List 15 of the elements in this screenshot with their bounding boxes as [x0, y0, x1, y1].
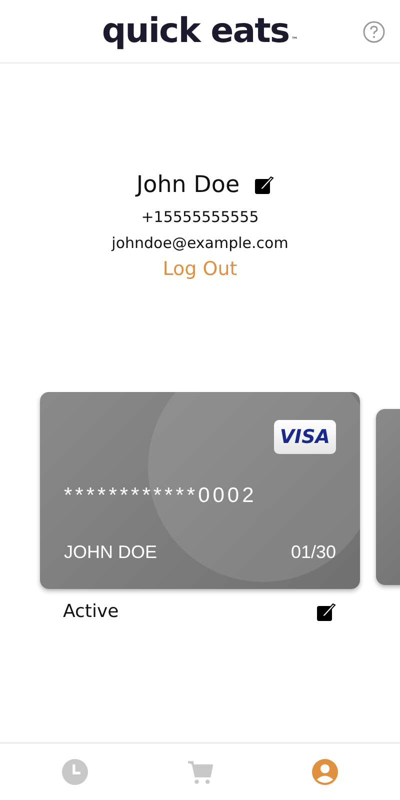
logo: quick eats — [102, 11, 290, 51]
card-expiry: 01/30 — [290, 542, 336, 563]
edit-icon[interactable] — [254, 175, 274, 195]
phone-number: +15555555555 — [141, 208, 259, 226]
edit-icon[interactable] — [316, 602, 336, 622]
card-brand: VISA — [274, 420, 336, 454]
card-holder: JOHN DOE — [64, 542, 158, 563]
history-tab[interactable] — [62, 759, 88, 785]
card-number: ************0002 — [64, 484, 258, 508]
email-address: johndoe@example.com — [112, 234, 288, 252]
profile-tab[interactable] — [312, 759, 338, 785]
cart-tab[interactable] — [186, 759, 213, 785]
help-icon[interactable] — [363, 21, 385, 43]
card-status: Active — [63, 601, 119, 622]
user-name: John Doe — [136, 172, 240, 198]
